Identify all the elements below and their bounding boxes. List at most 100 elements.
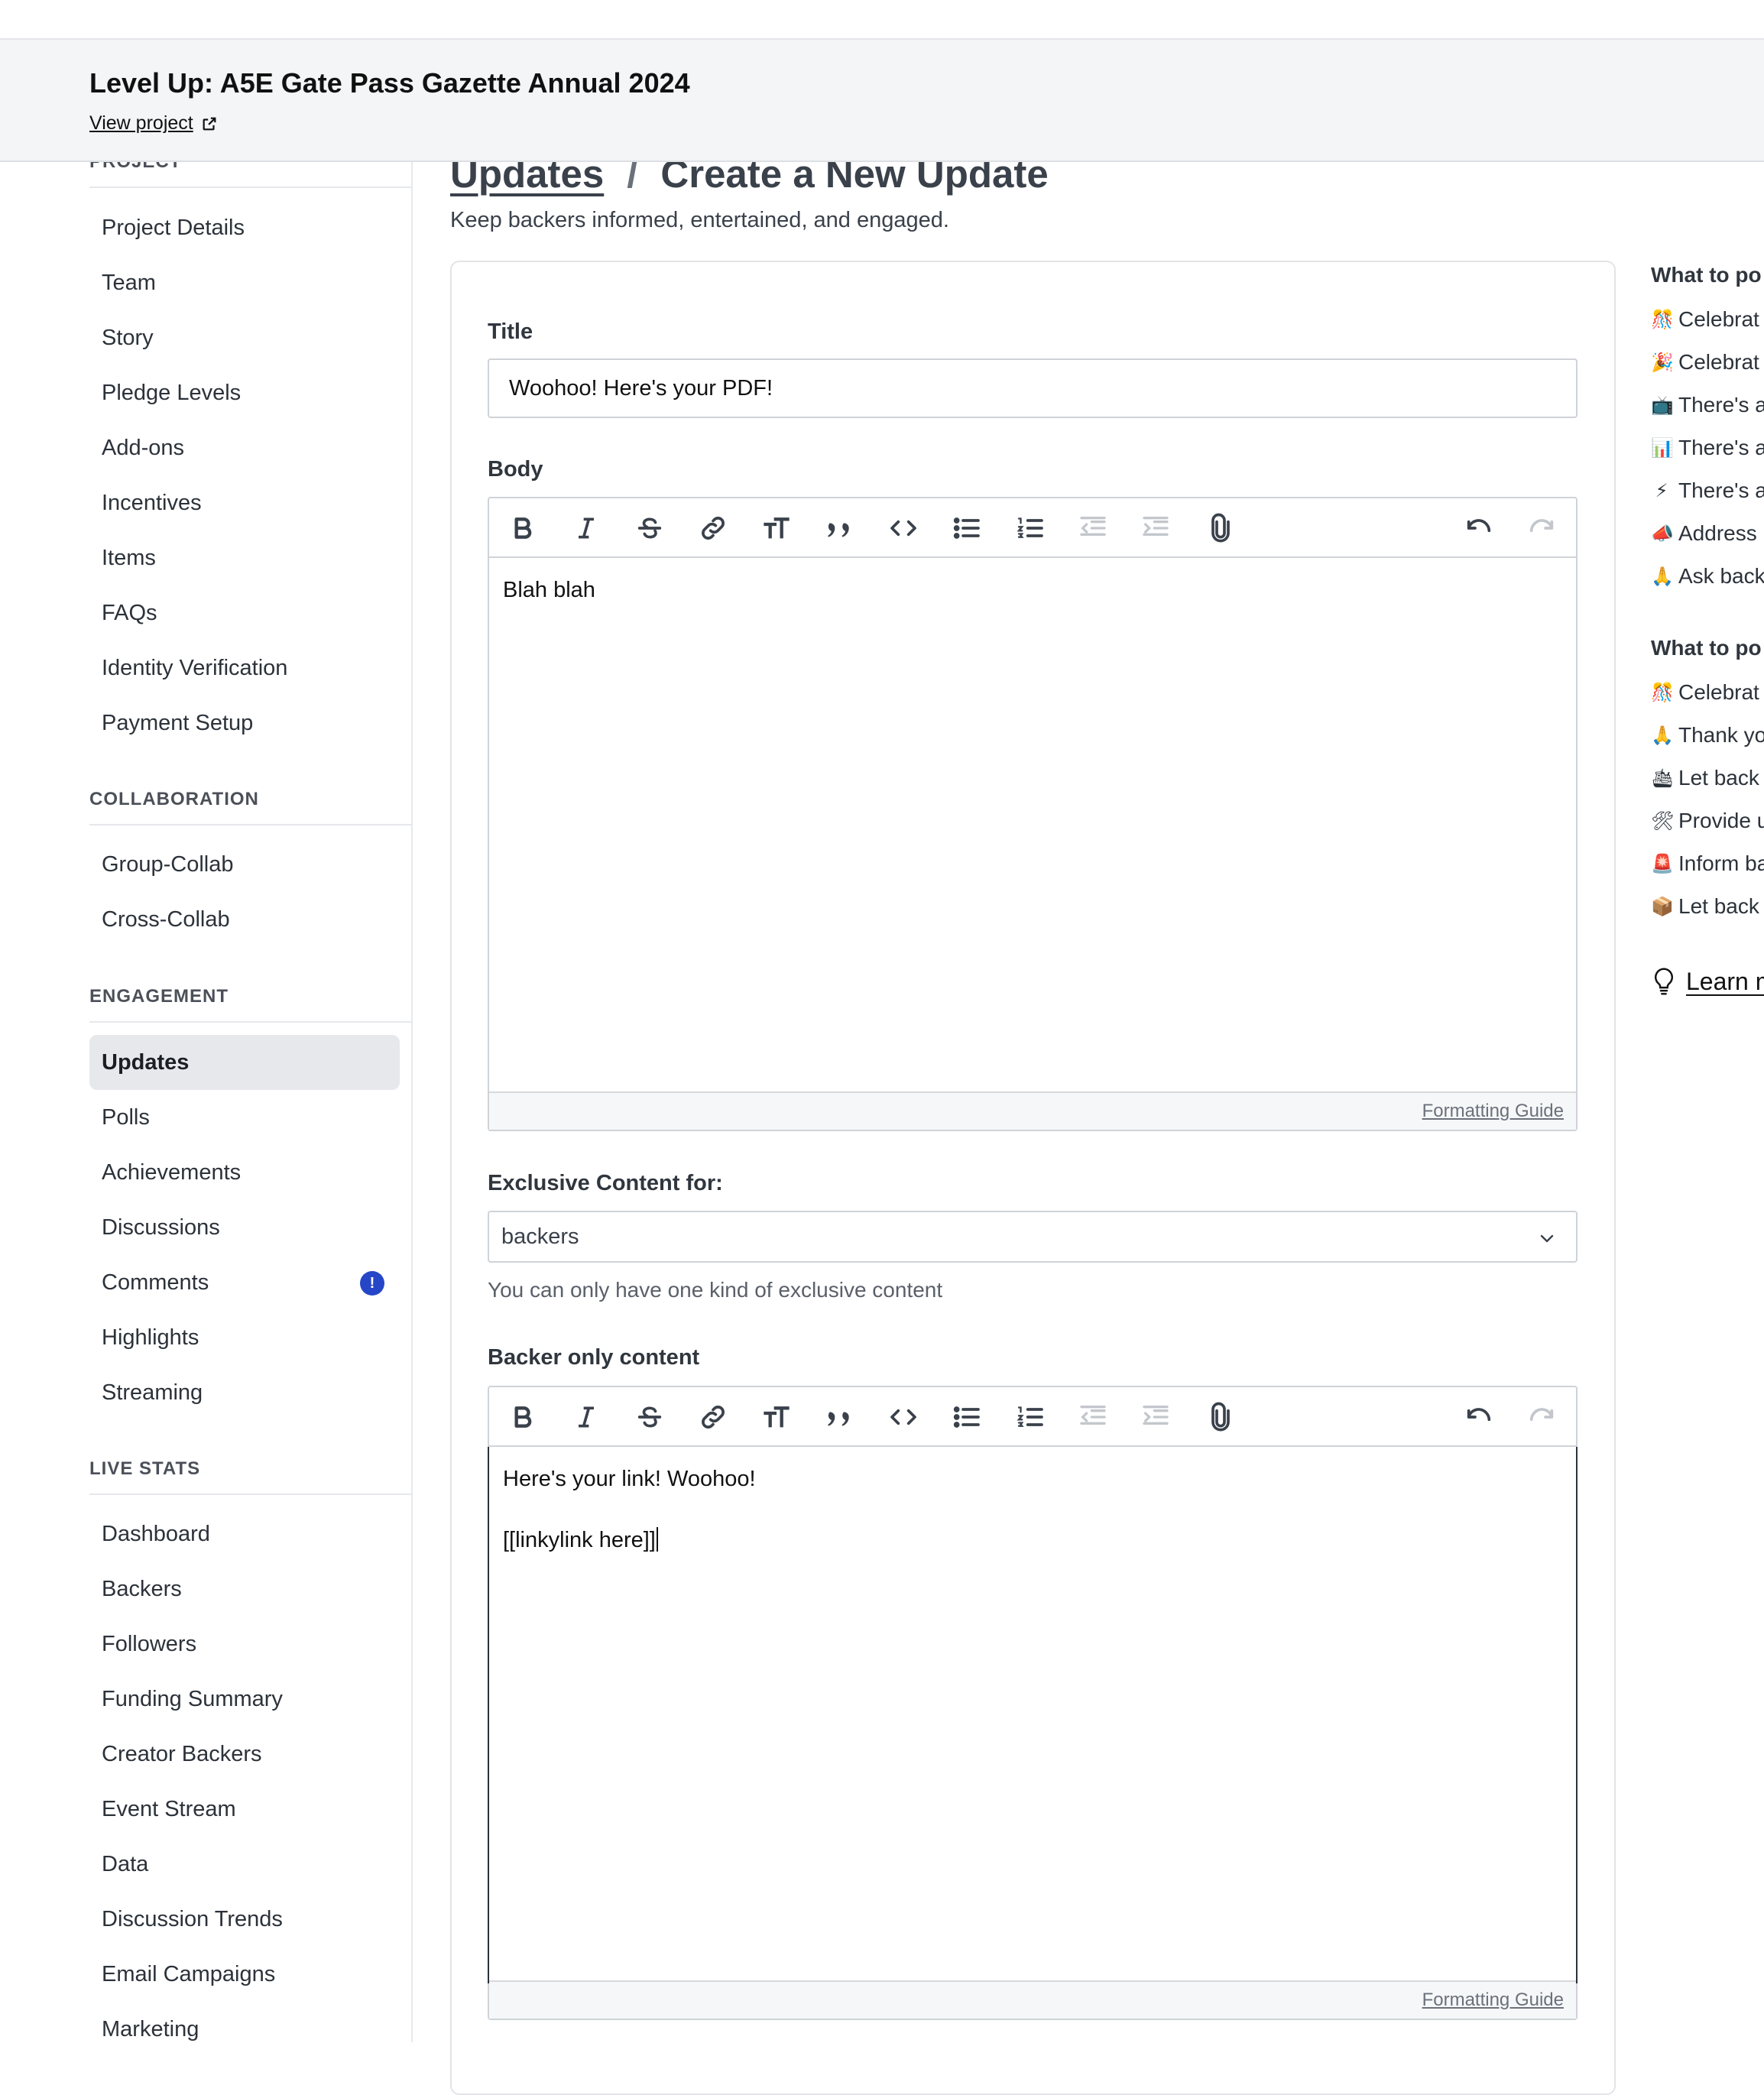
exclusive-content-value: backers: [501, 1224, 579, 1249]
attach-button[interactable]: [1204, 1400, 1237, 1434]
tip-item: 🛠 Provide u: [1651, 809, 1764, 833]
tip-text: Inform ba: [1678, 851, 1764, 875]
title-input[interactable]: Woohoo! Here's your PDF!: [488, 358, 1578, 418]
quote-icon: [828, 523, 849, 537]
strikethrough-button[interactable]: [633, 511, 666, 545]
exclusive-content-select[interactable]: backers: [488, 1211, 1578, 1263]
formatting-guide-link[interactable]: Formatting Guide: [1422, 1101, 1564, 1122]
tip-text: Ask back: [1678, 564, 1764, 588]
sidebar-item-incentives[interactable]: Incentives: [89, 475, 400, 530]
body-editor: Blah blah Formatting Guide: [488, 497, 1578, 1131]
sidebar-item-items[interactable]: Items: [89, 530, 400, 585]
numbered-list-button[interactable]: [1013, 1400, 1047, 1434]
strikethrough-button[interactable]: [633, 1400, 666, 1434]
undo-button[interactable]: [1462, 1400, 1496, 1434]
editor-footer: Formatting Guide: [489, 1980, 1576, 2019]
strikethrough-icon: [637, 517, 662, 539]
body-label: Body: [488, 457, 543, 482]
tip-item: 🎉 Celebrat: [1651, 350, 1759, 375]
increase-indent-button[interactable]: [1139, 1400, 1172, 1434]
redo-icon: [1529, 519, 1554, 533]
redo-button[interactable]: [1525, 1400, 1558, 1434]
sidebar-item-event-stream[interactable]: Event Stream: [89, 1782, 400, 1837]
attach-button[interactable]: [1204, 511, 1237, 545]
sidebar-item-updates[interactable]: Updates: [89, 1035, 400, 1090]
sidebar-item-marketing[interactable]: Marketing: [89, 2002, 400, 2042]
redo-button[interactable]: [1525, 511, 1558, 545]
code-button[interactable]: [887, 1400, 920, 1434]
confetti-ball-icon: 🎊: [1651, 682, 1674, 703]
sidebar-item-email-campaigns[interactable]: Email Campaigns: [89, 1947, 400, 2002]
tip-item: 🙏 Thank yo: [1651, 723, 1764, 748]
sidebar-item-faqs[interactable]: FAQs: [89, 585, 400, 640]
decrease-indent-button[interactable]: [1076, 511, 1110, 545]
sidebar-item-followers[interactable]: Followers: [89, 1617, 400, 1672]
tip-item: 🛳 Let back: [1651, 766, 1759, 790]
code-button[interactable]: [887, 511, 920, 545]
television-icon: 📺: [1651, 394, 1674, 416]
sidebar-item-story[interactable]: Story: [89, 310, 400, 365]
sidebar-item-dashboard[interactable]: Dashboard: [89, 1506, 400, 1562]
view-project-link[interactable]: View project: [89, 112, 218, 135]
sidebar-item-creator-backers[interactable]: Creator Backers: [89, 1727, 400, 1782]
learn-more-link[interactable]: Learn m: [1651, 967, 1764, 996]
section-divider: [89, 186, 411, 188]
numbered-list-button[interactable]: [1013, 511, 1047, 545]
backer-content-text-area[interactable]: Here's your link! Woohoo! [[linkylink he…: [488, 1447, 1578, 1983]
italic-button[interactable]: [569, 1400, 603, 1434]
paperclip-icon: [1211, 1402, 1230, 1432]
project-title: Level Up: A5E Gate Pass Gazette Annual 2…: [89, 67, 690, 99]
project-header: Level Up: A5E Gate Pass Gazette Annual 2…: [0, 40, 1764, 162]
heading-button[interactable]: [760, 511, 793, 545]
heading-button[interactable]: [760, 1400, 793, 1434]
sidebar-item-payment-setup[interactable]: Payment Setup: [89, 696, 400, 751]
tip-item: 📺 There's a: [1651, 393, 1764, 417]
sidebar-item-discussion-trends[interactable]: Discussion Trends: [89, 1892, 400, 1947]
quote-button[interactable]: [823, 511, 857, 545]
bold-button[interactable]: [506, 511, 540, 545]
italic-button[interactable]: [569, 511, 603, 545]
sidebar-item-identity-verification[interactable]: Identity Verification: [89, 640, 400, 696]
increase-indent-button[interactable]: [1139, 511, 1172, 545]
lightbulb-icon: [1655, 968, 1673, 995]
body-text-area[interactable]: Blah blah: [489, 558, 1576, 622]
formatting-guide-link[interactable]: Formatting Guide: [1422, 1990, 1564, 2011]
tip-text: Celebrat: [1678, 350, 1759, 374]
section-heading-collaboration: COLLABORATION: [89, 789, 259, 809]
bullet-list-button[interactable]: [950, 1400, 984, 1434]
exclusive-content-help: You can only have one kind of exclusive …: [488, 1278, 943, 1302]
bullet-list-button[interactable]: [950, 511, 984, 545]
sidebar-item-pledge-levels[interactable]: Pledge Levels: [89, 365, 400, 420]
sidebar-item-group-collab[interactable]: Group-Collab: [89, 837, 400, 892]
backer-content-link-placeholder: [[linkylink here]]: [503, 1528, 656, 1552]
outdent-icon: [1080, 517, 1106, 536]
sidebar-item-achievements[interactable]: Achievements: [89, 1145, 400, 1200]
sidebar-item-cross-collab[interactable]: Cross-Collab: [89, 892, 400, 947]
sidebar-item-polls[interactable]: Polls: [89, 1090, 400, 1145]
sidebar-item-funding-summary[interactable]: Funding Summary: [89, 1672, 400, 1727]
tip-item: 🎊 Celebrat: [1651, 307, 1759, 332]
link-button[interactable]: [696, 511, 730, 545]
sidebar-item-add-ons[interactable]: Add-ons: [89, 420, 400, 475]
bold-button[interactable]: [506, 1400, 540, 1434]
section-divider: [89, 1493, 411, 1495]
link-button[interactable]: [696, 1400, 730, 1434]
tip-item: ⚡ There's a: [1651, 478, 1764, 503]
sidebar-item-data[interactable]: Data: [89, 1837, 400, 1892]
sidebar-item-team[interactable]: Team: [89, 255, 400, 310]
decrease-indent-button[interactable]: [1076, 1400, 1110, 1434]
tip-text: Provide u: [1678, 809, 1764, 832]
tip-text: Let back: [1678, 766, 1759, 790]
folded-hands-icon: 🙏: [1651, 725, 1674, 746]
sidebar-item-highlights[interactable]: Highlights: [89, 1310, 400, 1365]
undo-button[interactable]: [1462, 511, 1496, 545]
sidebar-item-project-details[interactable]: Project Details: [89, 200, 400, 255]
editor-toolbar: [489, 498, 1576, 558]
sidebar-item-backers[interactable]: Backers: [89, 1562, 400, 1617]
tips-heading-1: What to po: [1651, 263, 1762, 287]
sidebar-item-discussions[interactable]: Discussions: [89, 1200, 400, 1255]
sidebar-item-streaming[interactable]: Streaming: [89, 1365, 400, 1420]
sidebar-item-comments[interactable]: Comments !: [89, 1255, 400, 1310]
italic-icon: [579, 1406, 594, 1428]
quote-button[interactable]: [823, 1400, 857, 1434]
